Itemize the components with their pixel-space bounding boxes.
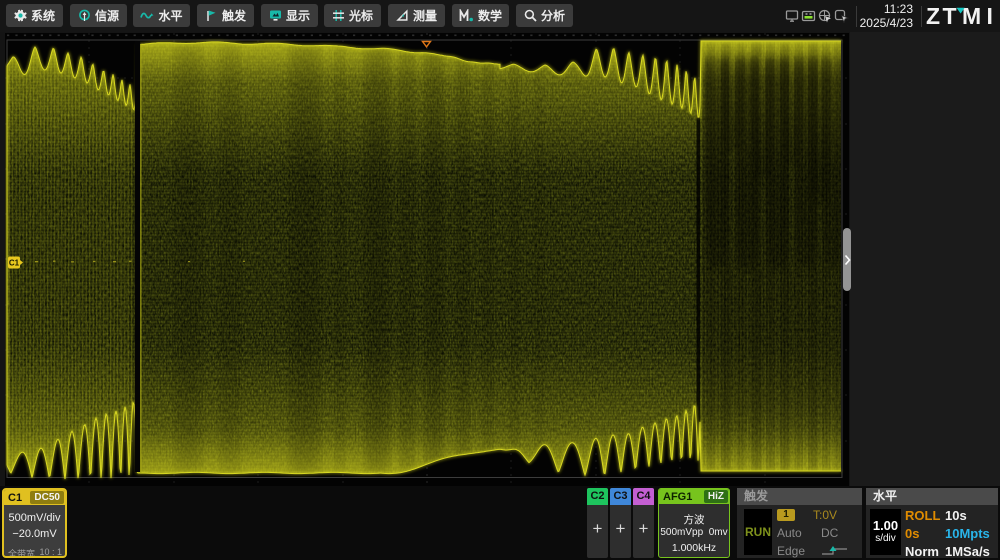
svg-text:M: M (962, 6, 981, 29)
svg-text:I: I (987, 6, 993, 29)
svg-text:Z: Z (926, 6, 940, 29)
svg-text:C1: C1 (9, 259, 20, 268)
svg-text:T: T (943, 6, 957, 29)
